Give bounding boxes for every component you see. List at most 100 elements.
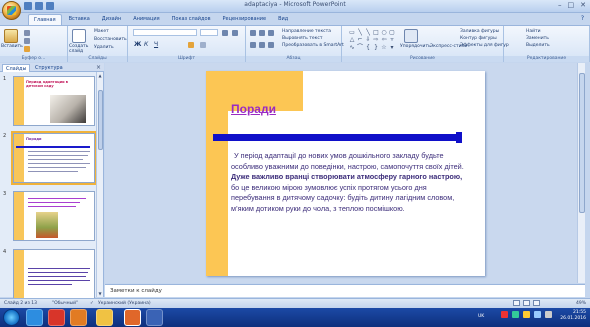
tab-slides[interactable]: Слайды [2,64,31,72]
bullets-icon[interactable] [250,30,256,36]
brace-shape-icon[interactable]: { [364,44,372,51]
minimize-button[interactable]: – [558,1,562,9]
slide-title[interactable]: Поради [231,102,276,116]
tab-home[interactable]: Главная [28,14,62,25]
oval-shape-icon[interactable]: ○ [380,29,388,36]
scroll-down-icon[interactable]: ▼ [97,291,103,296]
new-slide-icon[interactable] [72,29,86,43]
arrow-shape-icon[interactable]: ⇩ [364,36,372,43]
smartart-button[interactable]: Преобразовать в SmartArt [282,43,344,48]
numbering-icon[interactable] [259,30,265,36]
indent-icon[interactable] [268,30,274,36]
network-icon[interactable] [534,311,541,318]
tab-outline[interactable]: Структура [32,64,66,72]
close-icon[interactable]: × [96,64,101,71]
slide-body-text[interactable]: У період адаптації до нових умов дошкіль… [231,151,467,215]
shapes-gallery[interactable]: ▭ ╲ ╲ □ ○ ▢ △ ⌐ ⇩ ⇨ ⇦ ▿ ∿ ⌒ { } ☆ ▾ [348,29,396,51]
language-indicator[interactable]: Украинский (Украина) [98,301,151,306]
help-icon[interactable]: ? [581,15,584,22]
word-icon[interactable] [146,309,163,326]
opera-icon[interactable] [48,309,65,326]
scrollbar-thumb[interactable] [579,73,585,213]
tab-slideshow[interactable]: Показ слайдов [167,14,216,25]
delete-button[interactable]: Удалить [94,45,114,50]
clock[interactable]: 21:55 26.01.2016 [560,310,586,322]
arrange-icon[interactable] [404,29,418,43]
shape-icon[interactable]: ⌒ [356,44,364,51]
notes-pane[interactable]: Заметки к слайду [105,284,585,297]
shape-outline-button[interactable]: Контур фигуры [460,36,497,41]
bold-icon[interactable]: Ж [134,41,141,48]
slide-sorter-icon[interactable] [523,300,530,306]
more-shapes-icon[interactable]: ▿ [388,36,396,43]
char-spacing-icon[interactable] [200,42,206,48]
slide-scrollbar[interactable] [577,63,585,283]
tab-insert[interactable]: Вставка [64,14,95,25]
tab-review[interactable]: Рецензирование [218,14,272,25]
grow-font-icon[interactable] [222,30,228,36]
office-button[interactable] [2,1,21,20]
tray-icon[interactable] [523,311,530,318]
font-color-icon[interactable] [188,42,194,48]
arrow-shape-icon[interactable]: ⇦ [380,36,388,43]
line-shape-icon[interactable]: ╲ [364,29,372,36]
tab-view[interactable]: Вид [273,14,293,25]
tab-animation[interactable]: Анимация [128,14,164,25]
replace-button[interactable]: Заменить [526,36,549,41]
start-button[interactable] [3,309,20,326]
copy-icon[interactable] [24,38,30,44]
curve-shape-icon[interactable]: ∿ [348,44,356,51]
shape-fill-button[interactable]: Заливка фигуры [460,29,499,34]
align-left-icon[interactable] [250,42,256,48]
powerpoint-taskbar-icon[interactable] [124,309,141,326]
language-indicator[interactable]: UK [478,314,484,319]
text-direction-button[interactable]: Направление текста [282,29,331,34]
shape-effects-button[interactable]: Эффекты для фигур [460,43,509,48]
line-shape-icon[interactable]: ╲ [356,29,364,36]
triangle-shape-icon[interactable]: △ [348,36,356,43]
tab-design[interactable]: Дизайн [97,14,126,25]
rounded-rect-shape-icon[interactable]: ▢ [388,29,396,36]
align-text-button[interactable]: Выровнять текст [282,36,322,41]
align-right-icon[interactable] [268,42,274,48]
tray-icon[interactable] [512,311,519,318]
current-slide[interactable]: Поради У період адаптації до нових умов … [206,71,485,276]
maximize-button[interactable]: □ [568,1,575,9]
tray-icon[interactable] [501,311,508,318]
reset-button[interactable]: Восстановить [94,37,127,42]
format-painter-icon[interactable] [24,46,30,52]
skype-icon[interactable] [26,309,43,326]
thumbnails-scrollbar[interactable]: ▲ ▼ [96,72,103,297]
scroll-up-icon[interactable]: ▲ [97,73,103,78]
create-slide-label[interactable]: Создать слайд [69,44,91,54]
star-shape-icon[interactable]: ☆ [380,44,388,51]
normal-view-icon[interactable] [513,300,520,306]
arrow-shape-icon[interactable]: ⇨ [372,36,380,43]
align-center-icon[interactable] [259,42,265,48]
shrink-font-icon[interactable] [232,30,238,36]
font-size-select[interactable] [200,29,218,36]
media-player-icon[interactable] [70,309,87,326]
textbox-shape-icon[interactable]: ▭ [348,29,356,36]
explorer-icon[interactable] [96,309,113,326]
zoom-level[interactable]: 49% [576,301,586,306]
line-shape-icon[interactable]: ⌐ [356,36,364,43]
close-button[interactable]: ✕ [580,1,586,9]
layout-button[interactable]: Макет [94,29,109,34]
scrollbar-thumb[interactable] [98,90,103,150]
spellcheck-icon[interactable]: ✓ [90,301,94,306]
volume-icon[interactable] [545,311,552,318]
underline-icon[interactable]: Ч [154,41,158,48]
cut-icon[interactable] [24,30,30,36]
paste-label[interactable]: Вставить [1,44,23,49]
find-button[interactable]: Найти [526,29,541,34]
arrange-label[interactable]: Упорядочить [400,44,431,49]
select-button[interactable]: Выделить [526,43,550,48]
rectangle-shape-icon[interactable]: □ [372,29,380,36]
paste-icon[interactable] [4,29,18,43]
brace-shape-icon[interactable]: } [372,44,380,51]
more-shapes-icon[interactable]: ▾ [388,44,396,51]
italic-icon[interactable]: К [144,41,148,48]
slideshow-icon[interactable] [533,300,540,306]
font-family-select[interactable] [133,29,197,36]
